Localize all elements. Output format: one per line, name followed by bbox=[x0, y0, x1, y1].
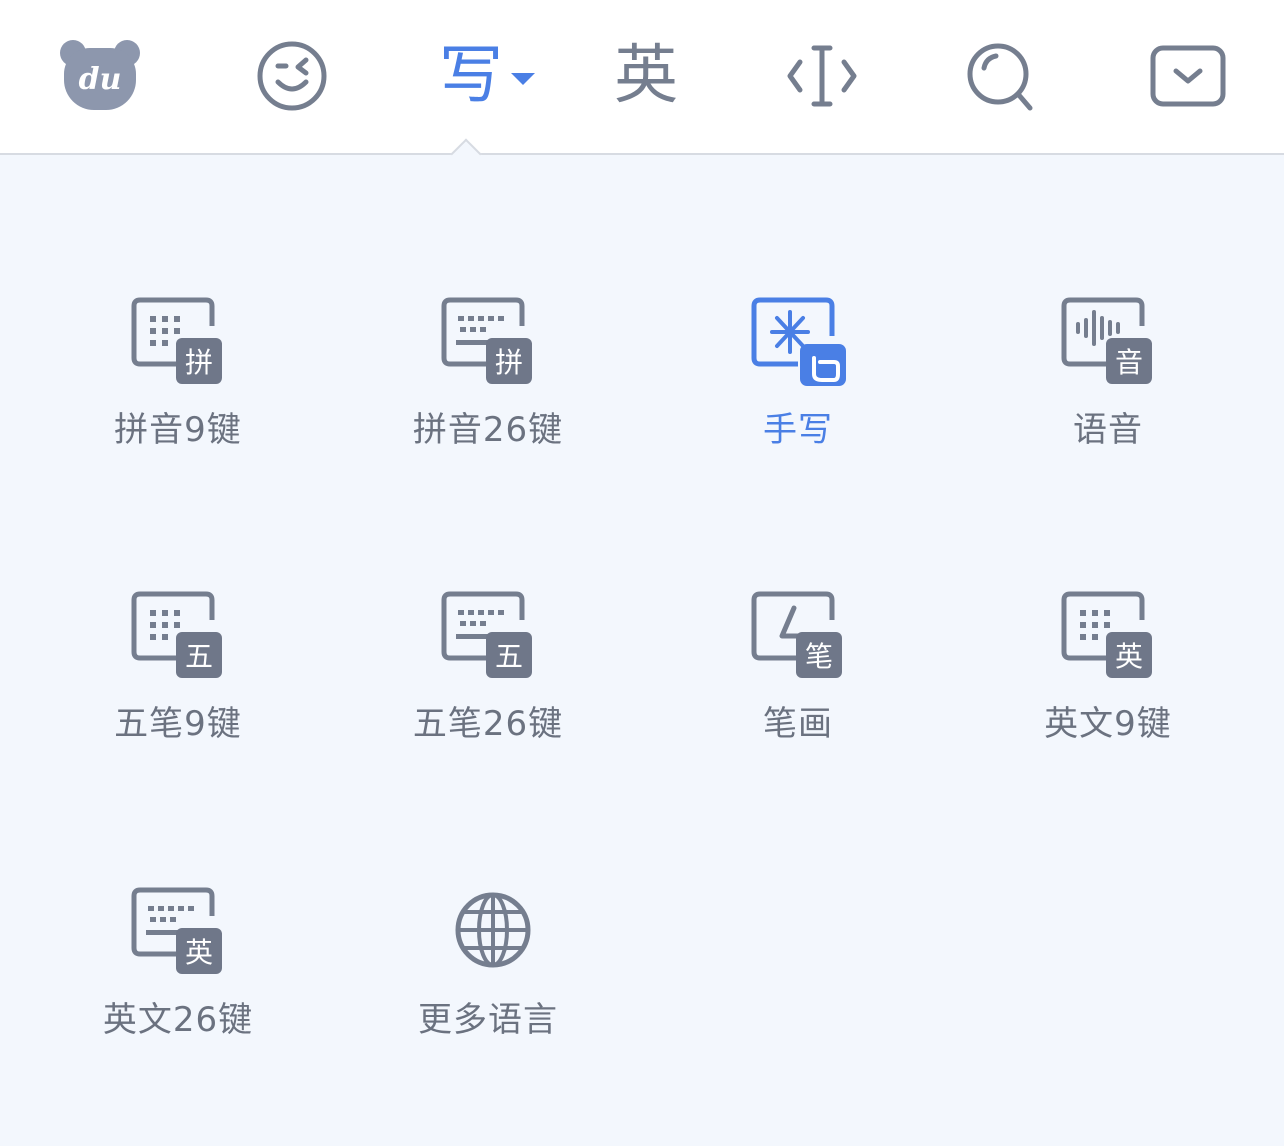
toolbar: du 写 英 bbox=[0, 0, 1284, 155]
mode-stroke[interactable]: 笔 笔画 bbox=[643, 590, 953, 780]
search-button[interactable] bbox=[960, 26, 1040, 126]
winking-face-icon bbox=[257, 41, 327, 111]
mode-english-9[interactable]: 英 英文9键 bbox=[953, 590, 1263, 780]
mode-handwriting[interactable]: 手写 bbox=[643, 296, 953, 486]
dropdown-caret-icon bbox=[511, 73, 535, 85]
mode-wubi-9[interactable]: 五 五笔9键 bbox=[23, 590, 333, 780]
mode-voice[interactable]: 音 语音 bbox=[953, 296, 1263, 486]
mode-label: 英文9键 bbox=[1044, 704, 1172, 744]
mode-badge: 拼 bbox=[486, 338, 532, 384]
mode-badge: 笔 bbox=[796, 632, 842, 678]
bear-logo-icon: du bbox=[60, 40, 140, 112]
mode-label: 五笔9键 bbox=[114, 704, 242, 744]
english-label: 英 bbox=[614, 39, 678, 113]
voice-wave-icon: 音 bbox=[1058, 296, 1158, 390]
keypad-9-icon: 拼 bbox=[128, 296, 228, 390]
globe-icon bbox=[438, 886, 538, 980]
keypad-9-icon: 五 bbox=[128, 590, 228, 684]
mode-pinyin-26[interactable]: 拼 拼音26键 bbox=[333, 296, 643, 486]
mode-badge: 五 bbox=[176, 632, 222, 678]
input-mode-button[interactable]: 写 bbox=[432, 26, 542, 126]
keyboard-26-icon: 英 bbox=[128, 886, 228, 980]
mode-label: 英文26键 bbox=[102, 1000, 254, 1040]
mode-label: 手写 bbox=[763, 410, 833, 450]
mode-label: 笔画 bbox=[763, 704, 833, 744]
mode-label: 拼音26键 bbox=[412, 410, 564, 450]
keyboard-26-icon: 五 bbox=[438, 590, 538, 684]
search-icon bbox=[967, 43, 1033, 111]
mode-label: 五笔26键 bbox=[412, 704, 564, 744]
hide-keyboard-button[interactable] bbox=[1148, 26, 1228, 126]
mode-badge: 五 bbox=[486, 632, 532, 678]
input-mode-label: 写 bbox=[439, 39, 503, 113]
keyboard-26-icon: 拼 bbox=[438, 296, 538, 390]
keypad-9-icon: 英 bbox=[1058, 590, 1158, 684]
mode-label: 更多语言 bbox=[418, 1000, 558, 1040]
mode-pinyin-9[interactable]: 拼 拼音9键 bbox=[23, 296, 333, 486]
english-toggle-button[interactable]: 英 bbox=[606, 26, 686, 126]
mode-badge: 拼 bbox=[176, 338, 222, 384]
text-cursor-icon bbox=[787, 45, 857, 107]
handwriting-icon bbox=[748, 296, 848, 390]
mode-badge: 英 bbox=[1106, 632, 1152, 678]
emoji-button[interactable] bbox=[252, 26, 332, 126]
mode-badge: 英 bbox=[176, 928, 222, 974]
baidu-logo-button[interactable]: du bbox=[58, 26, 142, 126]
mode-label: 拼音9键 bbox=[114, 410, 242, 450]
mode-badge: 音 bbox=[1106, 338, 1152, 384]
mode-label: 语音 bbox=[1073, 410, 1143, 450]
mode-more-languages[interactable]: 更多语言 bbox=[333, 886, 643, 1076]
hide-keyboard-icon bbox=[1150, 45, 1226, 107]
logo-text: du bbox=[64, 48, 136, 110]
mode-wubi-26[interactable]: 五 五笔26键 bbox=[333, 590, 643, 780]
mode-english-26[interactable]: 英 英文26键 bbox=[23, 886, 333, 1076]
stroke-icon: 笔 bbox=[748, 590, 848, 684]
cursor-button[interactable] bbox=[782, 26, 862, 126]
